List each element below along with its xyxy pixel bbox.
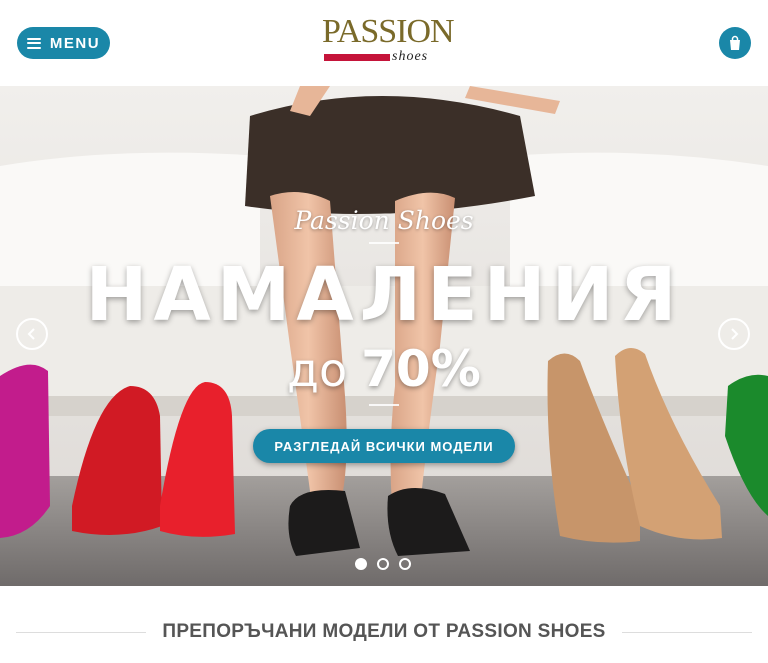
hamburger-icon [26,37,41,49]
view-all-models-button[interactable]: РАЗГЛЕДАЙ ВСИЧКИ МОДЕЛИ [253,429,515,463]
section-rule-left [16,631,147,633]
hero-slider: Passion Shoes НАМАЛЕНИЯ до 70% РАЗГЛЕДАЙ … [0,86,768,586]
featured-section-header: ПРЕПОРЪЧАНИ МОДЕЛИ ОТ PASSION SHOES [16,618,753,646]
featured-section-title: ПРЕПОРЪЧАНИ МОДЕЛИ ОТ PASSION SHOES [162,621,606,642]
hero-headline: НАМАЛЕНИЯ [85,252,683,338]
chevron-right-icon [731,328,739,340]
logo-wordmark: PASSION [322,13,455,50]
hero-divider-bottom [369,404,399,406]
logo-subtext: shoes [392,49,429,64]
discount-prefix: до [287,343,348,397]
shopping-bag-icon [730,35,740,50]
site-logo[interactable]: PASSION shoes [322,14,455,68]
site-header: MENU PASSION shoes [0,0,768,86]
slider-dot-1[interactable] [355,558,367,570]
discount-value: 70% [361,340,481,398]
chevron-left-icon [27,328,35,340]
cart-button[interactable] [719,27,751,59]
section-rule-right [621,631,753,633]
slider-dots [355,558,411,570]
hero-discount: до 70% [0,340,768,398]
logo-red-bar [324,54,390,61]
hero-divider-top [369,242,399,244]
slider-dot-2[interactable] [377,558,389,570]
menu-label: MENU [49,34,101,52]
menu-button[interactable]: MENU [17,27,110,59]
slider-prev-button[interactable] [16,318,48,350]
slider-next-button[interactable] [718,318,750,350]
slider-dot-3[interactable] [399,558,411,570]
hero-script-title: Passion Shoes [294,206,474,235]
